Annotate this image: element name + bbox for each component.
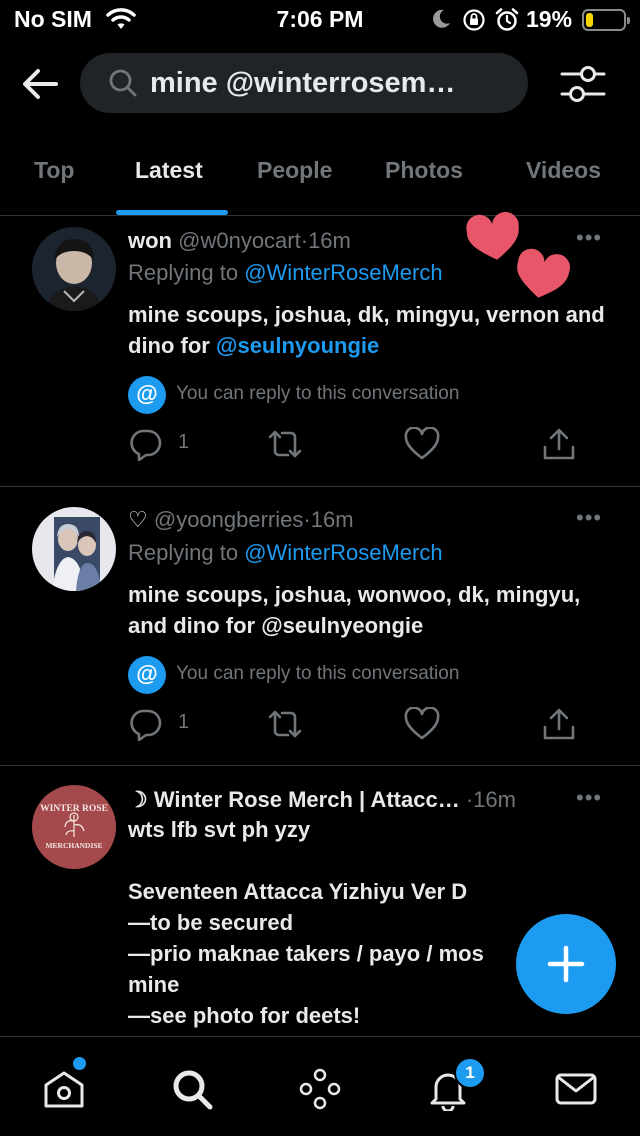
replying-to-link[interactable]: @WinterRoseMerch [244, 540, 442, 565]
heart-sticker-icon [466, 212, 571, 298]
share-button[interactable] [542, 707, 576, 746]
alarm-icon [494, 7, 520, 38]
avatar[interactable]: WINTER ROSE MERCHANDISE [32, 785, 116, 869]
back-button[interactable] [20, 66, 62, 102]
active-tab-indicator [116, 210, 228, 215]
tab-photos[interactable]: Photos [385, 157, 463, 184]
spaces-icon [299, 1068, 341, 1110]
tweet-text: mine scoups, joshua, wonwoo, dk, mingyu,… [128, 579, 618, 641]
tab-people[interactable]: People [257, 157, 332, 184]
display-name[interactable]: ♡ [128, 507, 148, 532]
mention-link[interactable]: @seulnyoungie [216, 333, 379, 358]
battery-level [586, 13, 593, 27]
moon-icon [430, 8, 452, 35]
timestamp: 16m [473, 787, 516, 812]
avatar[interactable] [32, 507, 116, 591]
compose-tweet-button[interactable] [516, 914, 616, 1014]
search-icon [173, 1070, 213, 1110]
reply-notice: @ You can reply to this conversation [128, 376, 548, 414]
tweet-line [128, 845, 628, 876]
reply-notice: @ You can reply to this conversation [128, 656, 548, 694]
filter-button[interactable] [558, 62, 608, 111]
unread-dot [73, 1057, 86, 1070]
plus-icon [547, 945, 585, 983]
share-icon [543, 428, 575, 460]
replying-to-link[interactable]: @WinterRoseMerch [244, 260, 442, 285]
tweet-header: won @w0nyocart·16m [128, 228, 351, 254]
retweet-button[interactable] [266, 427, 304, 466]
replying-prefix: Replying to [128, 260, 239, 285]
battery-icon [582, 9, 630, 31]
tweet-text: mine scoups, joshua, dk, mingyu, vernon … [128, 299, 618, 361]
separator: · [300, 228, 309, 253]
share-button[interactable] [542, 427, 576, 466]
messages-icon [555, 1073, 597, 1105]
tweet-header: ♡ @yoongberries·16m [128, 507, 354, 533]
tweet-actions: 1 [128, 426, 588, 466]
filter-icon [560, 66, 606, 102]
reply-notice-text: You can reply to this conversation [176, 663, 460, 684]
nav-home[interactable] [42, 1057, 86, 1111]
nav-spaces[interactable] [298, 1067, 342, 1111]
retweet-icon [268, 710, 302, 738]
tweet-actions: 1 [128, 706, 588, 746]
timestamp: 16m [308, 228, 351, 253]
nav-search[interactable] [170, 1067, 214, 1111]
notification-badge: 1 [454, 1057, 486, 1089]
home-icon [44, 1071, 84, 1108]
at-sign-icon: @ [128, 656, 166, 694]
reply-button[interactable]: 1 [128, 707, 189, 746]
more-options-button[interactable]: ••• [576, 785, 602, 811]
replying-to: Replying to @WinterRoseMerch [128, 540, 443, 566]
tweet-header: ☽ Winter Rose Merch | Attacc… ·16m [128, 787, 516, 813]
display-name[interactable]: won [128, 228, 172, 253]
separator: · [303, 507, 311, 532]
retweet-button[interactable] [266, 707, 304, 746]
tab-videos[interactable]: Videos [526, 157, 601, 184]
share-icon [543, 708, 575, 740]
tweet[interactable]: ♡ @yoongberries·16m ••• Replying to @Win… [0, 487, 640, 766]
back-arrow-icon [23, 69, 58, 99]
at-sign-icon: @ [128, 376, 166, 414]
nav-notifications[interactable]: 1 [426, 1057, 486, 1113]
reply-notice-text: You can reply to this conversation [176, 383, 460, 404]
more-options-button[interactable]: ••• [576, 505, 602, 531]
reply-button[interactable]: 1 [128, 427, 189, 466]
tab-top[interactable]: Top [34, 157, 74, 184]
search-tabs: Top Latest People Photos Videos [0, 140, 640, 216]
avatar-logo-bottom: MERCHANDISE [45, 841, 102, 850]
like-button[interactable] [404, 706, 440, 746]
heart-icon [404, 426, 440, 460]
tweet-line: wts lfb svt ph yzy [128, 817, 311, 842]
heart-icon [404, 706, 440, 740]
heart-stickers [462, 208, 572, 304]
retweet-icon [268, 430, 302, 458]
more-options-button[interactable]: ••• [576, 225, 602, 251]
tab-latest[interactable]: Latest [135, 157, 203, 184]
search-input[interactable]: mine @winterrosem… [80, 53, 528, 113]
bottom-navigation: 1 [0, 1036, 640, 1136]
reply-icon [130, 429, 162, 462]
avatar[interactable] [32, 227, 116, 311]
tweet-body: mine scoups, joshua, wonwoo, dk, mingyu,… [128, 582, 581, 638]
reply-icon [130, 709, 162, 742]
search-query-text: mine @winterrosem… [150, 67, 456, 99]
search-icon [108, 68, 138, 103]
handle[interactable]: @w0nyocart [178, 228, 301, 253]
status-bar: No SIM 7:06 PM 19% [0, 0, 640, 40]
reply-count: 1 [178, 431, 190, 453]
replying-to: Replying to @WinterRoseMerch [128, 260, 443, 286]
tweet-line: Seventeen Attacca Yizhiyu Ver D [128, 879, 468, 904]
reply-count: 1 [178, 711, 190, 733]
replying-prefix: Replying to [128, 540, 239, 565]
timestamp: 16m [310, 507, 354, 532]
nav-messages[interactable] [554, 1067, 598, 1111]
battery-percentage: 19% [526, 6, 573, 32]
handle[interactable]: @yoongberries [154, 507, 304, 532]
like-button[interactable] [404, 426, 440, 466]
display-name[interactable]: ☽ Winter Rose Merch | Attacc… [128, 787, 460, 812]
orientation-lock-icon [462, 8, 486, 37]
